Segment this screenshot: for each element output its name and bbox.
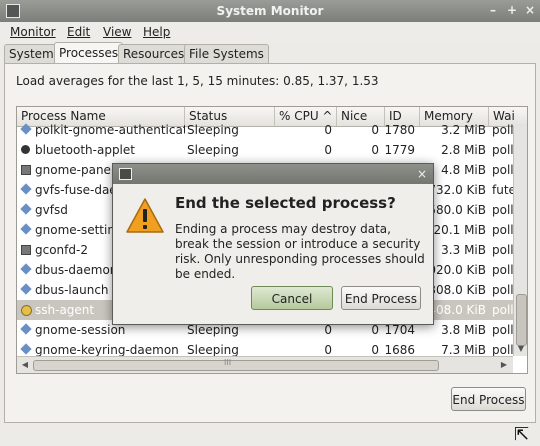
minimize-button[interactable]: – xyxy=(486,3,500,17)
mouse-cursor-icon: ⇱ xyxy=(514,424,530,445)
process-diamond-icon xyxy=(20,203,32,215)
horizontal-scroll-thumb[interactable]: III xyxy=(33,358,439,371)
vertical-scrollbar[interactable]: ▼ xyxy=(513,126,527,356)
table-row[interactable]: polkit-gnome-authenticatic Sleeping 0 0 1780… xyxy=(17,120,514,140)
process-diamond-icon xyxy=(20,223,32,235)
tab-resources[interactable]: Resources xyxy=(118,44,190,63)
tab-processes[interactable]: Processes xyxy=(54,42,124,64)
dialog-heading: End the selected process? xyxy=(175,194,396,212)
confirm-end-process-label: End Process xyxy=(344,292,418,306)
process-name-cell: polkit-gnome-authenticatic xyxy=(35,123,185,137)
horizontal-scrollbar[interactable]: ◀ III ▶ xyxy=(17,356,513,373)
window-title: System Monitor xyxy=(216,4,324,18)
nice-cell: 0 xyxy=(371,123,379,137)
load-averages: Load averages for the last 1, 5, 15 minu… xyxy=(16,74,379,88)
tab-file-systems[interactable]: File Systems xyxy=(184,44,269,63)
dialog-app-icon xyxy=(119,168,132,180)
menu-edit[interactable]: Edit xyxy=(67,25,90,39)
dialog-close-button[interactable]: × xyxy=(417,167,427,181)
dialog-message: Ending a process may destroy data, break… xyxy=(175,222,425,281)
scroll-grip: III xyxy=(224,358,232,367)
process-ring-icon xyxy=(21,305,32,316)
end-process-dialog: × End the selected process? Ending a pro… xyxy=(112,163,434,325)
scroll-right-arrow-icon[interactable]: ▶ xyxy=(497,358,511,372)
process-name-cell: bluetooth-applet xyxy=(35,143,135,157)
vertical-scroll-thumb[interactable] xyxy=(516,294,527,346)
scroll-left-arrow-icon[interactable]: ◀ xyxy=(18,358,32,372)
tab-bar: System Processes Resources File Systems xyxy=(0,42,540,64)
menu-help[interactable]: Help xyxy=(143,25,170,39)
cpu-cell: 0 xyxy=(324,123,332,137)
system-monitor-window: System Monitor – + × Monitor Edit View H… xyxy=(0,0,540,446)
process-square-icon xyxy=(21,245,31,255)
menu-view[interactable]: View xyxy=(103,25,131,39)
confirm-end-process-button[interactable]: End Process xyxy=(341,286,421,310)
status-cell: Sleeping xyxy=(187,123,239,137)
title-bar[interactable]: System Monitor – + × xyxy=(0,0,540,22)
status-cell: Sleeping xyxy=(187,143,239,157)
process-diamond-icon xyxy=(20,123,32,135)
tab-system[interactable]: System xyxy=(4,44,59,63)
process-diamond-icon xyxy=(20,343,32,355)
end-process-label: End Process xyxy=(452,393,525,407)
process-diamond-icon xyxy=(20,183,32,195)
id-cell: 1780 xyxy=(384,123,415,137)
id-cell: 1779 xyxy=(384,143,415,157)
maximize-button[interactable]: + xyxy=(505,3,519,17)
memory-cell: 2.8 MiB xyxy=(441,143,486,157)
cancel-label: Cancel xyxy=(271,292,313,306)
process-diamond-icon xyxy=(20,263,32,275)
memory-cell: 3.2 MiB xyxy=(441,123,486,137)
warning-icon xyxy=(126,198,164,233)
process-diamond-icon xyxy=(20,283,32,295)
process-round-icon xyxy=(21,145,30,154)
scroll-down-arrow-icon[interactable]: ▼ xyxy=(514,342,527,356)
dialog-title-bar[interactable]: × xyxy=(113,164,433,184)
nice-cell: 0 xyxy=(371,143,379,157)
cpu-cell: 0 xyxy=(324,143,332,157)
end-process-button[interactable]: End Process xyxy=(451,387,526,411)
status-bar xyxy=(0,424,540,446)
menu-bar: Monitor Edit View Help xyxy=(0,22,540,42)
cancel-button[interactable]: Cancel xyxy=(251,286,333,310)
table-row[interactable]: bluetooth-applet Sleeping 0 0 1779 2.8 MiB pol… xyxy=(17,140,514,160)
process-diamond-icon xyxy=(20,323,32,335)
process-square-icon xyxy=(21,165,31,175)
close-button[interactable]: × xyxy=(523,3,537,17)
menu-monitor[interactable]: Monitor xyxy=(10,25,56,39)
